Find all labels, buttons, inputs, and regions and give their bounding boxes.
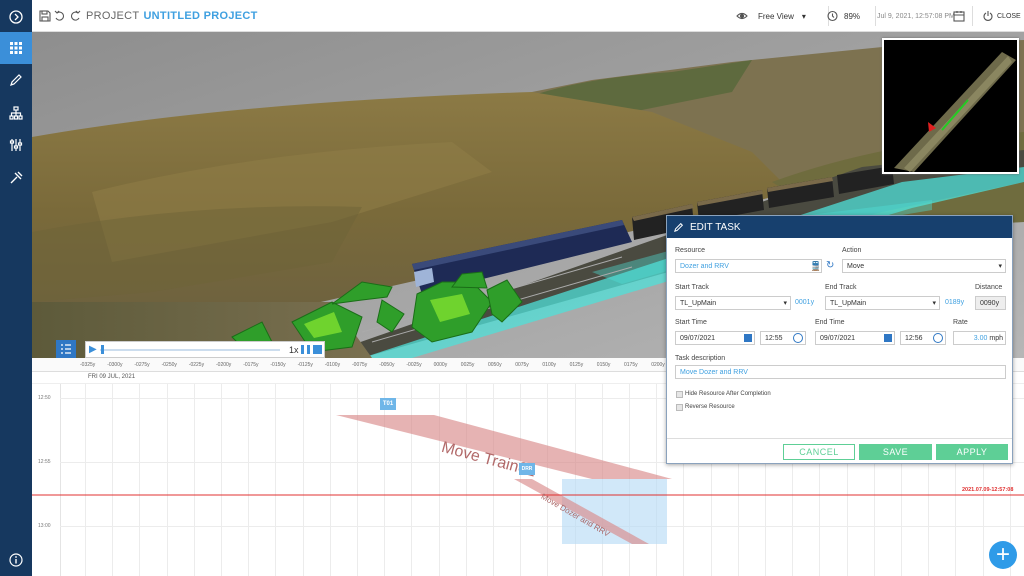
- chevron-down-icon: ▾: [932, 300, 936, 307]
- end-clock-value: 12:56: [905, 334, 923, 342]
- end-time-label: End Time: [815, 319, 845, 326]
- action-value: Move: [847, 262, 865, 270]
- pause-icon[interactable]: [301, 345, 310, 354]
- minimap[interactable]: [882, 38, 1019, 174]
- sidebar: [0, 0, 32, 576]
- plus-icon: +: [995, 541, 1010, 568]
- resource-value: Dozer and RRV: [680, 262, 729, 270]
- history-icon[interactable]: [826, 0, 838, 32]
- start-track-value: TL_UpMain: [680, 299, 717, 307]
- resource-field[interactable]: Dozer and RRV: [675, 259, 822, 273]
- distance-field: 0090y: [975, 296, 1006, 310]
- progress-track[interactable]: [100, 349, 280, 351]
- rate-unit: mph: [989, 334, 1003, 342]
- end-track-select[interactable]: TL_UpMain ▾: [825, 296, 940, 310]
- rate-value: 3.00: [973, 334, 988, 342]
- tools-icon[interactable]: [0, 162, 32, 194]
- refresh-icon[interactable]: ↻: [826, 260, 834, 271]
- calendar-icon[interactable]: [884, 334, 892, 342]
- end-track-offset[interactable]: 0189y: [945, 299, 964, 306]
- end-track-value: TL_UpMain: [830, 299, 867, 307]
- view-mode-label: Free View: [758, 11, 794, 21]
- edit-task-header: EDIT TASK: [667, 216, 1012, 238]
- edit-task-title: EDIT TASK: [690, 221, 741, 233]
- stop-icon[interactable]: [313, 345, 322, 354]
- expand-icon[interactable]: [0, 1, 32, 33]
- task-list-icon[interactable]: [56, 340, 76, 358]
- pencil-icon: [674, 222, 684, 232]
- footer-divider: [667, 438, 1012, 439]
- reverse-resource-checkbox[interactable]: [676, 404, 683, 411]
- desc-value: Move Dozer and RRV: [680, 368, 748, 376]
- close-label: CLOSE: [997, 12, 1021, 20]
- pencil-icon[interactable]: [0, 64, 32, 96]
- calendar-icon[interactable]: [744, 334, 752, 342]
- chevron-down-icon: ▾: [783, 300, 787, 307]
- power-icon: [983, 11, 993, 21]
- end-clock-field[interactable]: 12:56: [900, 331, 946, 345]
- action-select[interactable]: Move ▾: [842, 259, 1006, 273]
- playback-bar: ▶ 1x: [85, 341, 325, 358]
- task-badge-dozer[interactable]: DRR: [519, 463, 535, 475]
- start-track-offset[interactable]: 0001y: [795, 299, 814, 306]
- resource-label: Resource: [675, 247, 705, 254]
- desc-field[interactable]: Move Dozer and RRV: [675, 365, 1006, 379]
- clock-icon[interactable]: [793, 333, 803, 343]
- start-track-select[interactable]: TL_UpMain ▾: [675, 296, 791, 310]
- save-button[interactable]: SAVE: [859, 444, 932, 460]
- cancel-button[interactable]: CANCEL: [783, 444, 855, 460]
- clock-icon[interactable]: [933, 333, 943, 343]
- end-date-field[interactable]: 09/07/2021: [815, 331, 895, 345]
- task-badge-train[interactable]: T01: [380, 398, 396, 410]
- progress-handle[interactable]: [101, 345, 104, 354]
- top-bar: PROJECT UNTITLED PROJECT Free View ▾ 89%…: [32, 0, 1024, 32]
- rate-field[interactable]: 3.00 mph: [953, 331, 1006, 345]
- distance-value: 0090y: [980, 299, 1000, 307]
- close-button[interactable]: CLOSE: [982, 0, 1021, 32]
- reverse-resource-label: Reverse Resource: [685, 404, 735, 410]
- speed-label[interactable]: 1x: [289, 345, 299, 355]
- undo-icon[interactable]: [54, 0, 66, 32]
- chevron-down-icon: ▾: [801, 11, 806, 21]
- action-label: Action: [842, 247, 862, 254]
- start-date-value: 09/07/2021: [680, 334, 716, 342]
- zoom-level: 89%: [844, 11, 861, 21]
- save-icon[interactable]: [39, 0, 51, 32]
- eye-icon[interactable]: [736, 0, 748, 32]
- end-track-label: End Track: [825, 284, 857, 291]
- datetime-display: Jul 9, 2021, 12:57:08 PM: [877, 12, 955, 20]
- start-clock-field[interactable]: 12:55: [760, 331, 806, 345]
- redo-icon[interactable]: [69, 0, 81, 32]
- hide-resource-checkbox[interactable]: [676, 391, 683, 398]
- start-time-label: Start Time: [675, 319, 707, 326]
- calendar-icon[interactable]: [953, 0, 965, 32]
- view-mode-select[interactable]: Free View ▾: [758, 0, 806, 32]
- info-icon[interactable]: [0, 544, 32, 576]
- desc-label: Task description: [675, 355, 726, 362]
- distance-label: Distance: [975, 284, 1003, 291]
- start-track-label: Start Track: [675, 284, 709, 291]
- project-name[interactable]: UNTITLED PROJECT: [143, 10, 257, 22]
- project-prefix: PROJECT: [86, 10, 140, 22]
- chevron-down-icon: ▾: [998, 263, 1002, 270]
- now-label: 2021.07.09-12:57:08: [962, 487, 1014, 493]
- train-icon[interactable]: 🚆: [810, 261, 821, 272]
- start-date-field[interactable]: 09/07/2021: [675, 331, 755, 345]
- edit-task-panel: EDIT TASK Resource Dozer and RRV 🚆 ↻ Act…: [666, 215, 1013, 464]
- add-task-button[interactable]: +: [989, 541, 1017, 569]
- sliders-icon[interactable]: [0, 129, 32, 161]
- play-icon[interactable]: ▶: [89, 344, 97, 355]
- rate-label: Rate: [953, 319, 968, 326]
- apply-button[interactable]: APPLY: [936, 444, 1008, 460]
- hide-resource-label: Hide Resource After Completion: [685, 391, 771, 397]
- start-clock-value: 12:55: [765, 334, 783, 342]
- end-date-value: 09/07/2021: [820, 334, 856, 342]
- grid-icon[interactable]: [0, 32, 32, 64]
- hierarchy-icon[interactable]: [0, 97, 32, 129]
